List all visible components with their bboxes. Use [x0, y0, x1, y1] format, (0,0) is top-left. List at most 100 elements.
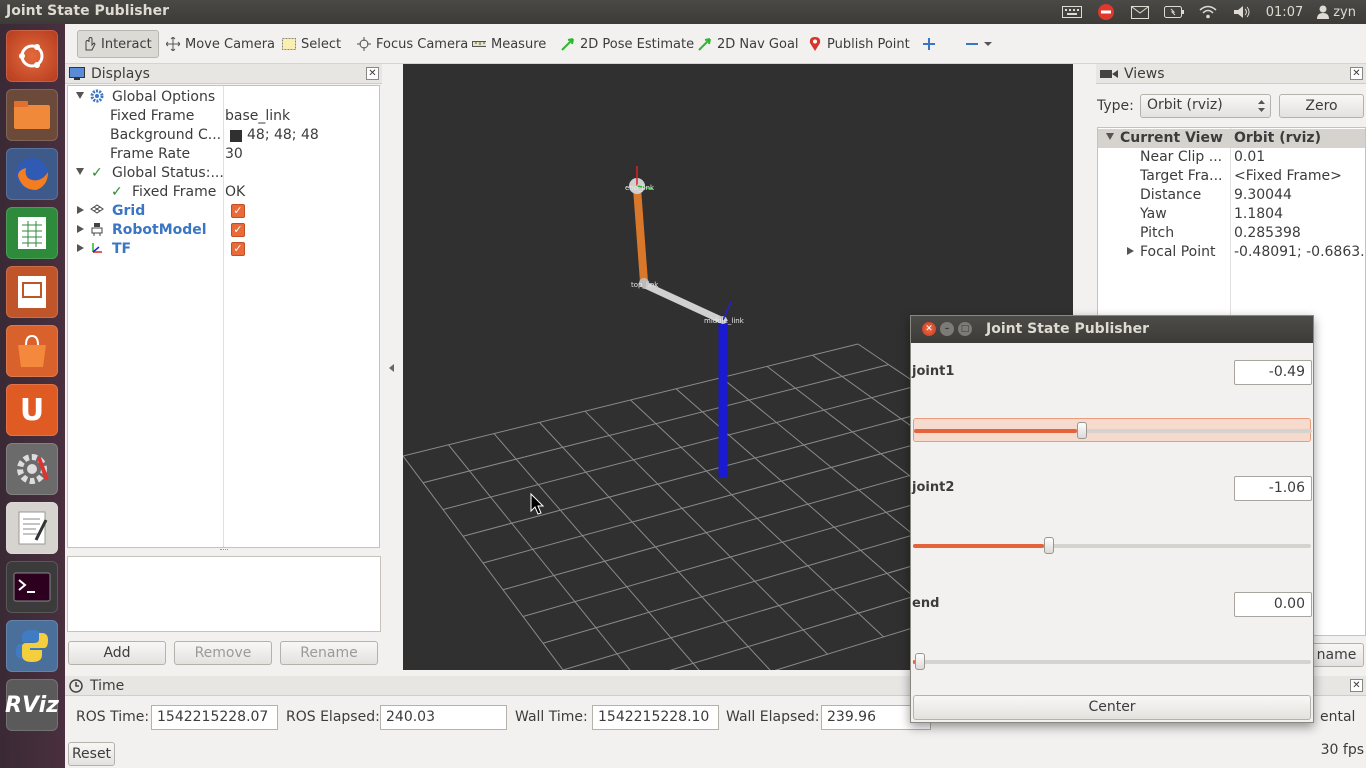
close-icon[interactable]: ✕ — [1350, 679, 1363, 692]
property-label: Yaw — [1140, 206, 1167, 222]
grid-checkbox[interactable]: ✓ — [231, 204, 245, 218]
firefox-icon[interactable] — [6, 148, 58, 200]
ros-time-field[interactable]: 1542215228.07 — [151, 705, 278, 730]
slider-track[interactable] — [913, 660, 1311, 664]
tree-row-current-view[interactable]: Current View Orbit (rviz) — [1098, 129, 1365, 148]
joint-value-field[interactable]: 0.00 — [1234, 592, 1312, 617]
add-tool-button[interactable] — [918, 30, 940, 58]
interact-tool-button[interactable]: Interact — [77, 30, 159, 58]
slider-handle[interactable] — [1044, 537, 1054, 554]
software-center-icon[interactable] — [6, 325, 58, 377]
publish-point-tool-button[interactable]: Publish Point — [804, 30, 914, 58]
fixed-frame-value[interactable]: base_link — [225, 108, 290, 124]
joint-value-field[interactable]: -1.06 — [1234, 476, 1312, 501]
nav-goal-tool-button[interactable]: 2D Nav Goal — [694, 30, 803, 58]
volume-icon[interactable] — [1232, 4, 1252, 20]
focal-point-value[interactable]: -0.48091; -0.6863... — [1234, 244, 1366, 260]
joint-slider[interactable] — [913, 650, 1311, 674]
no-entry-icon[interactable] — [1096, 4, 1116, 20]
clock[interactable]: 01:07 — [1266, 5, 1303, 20]
close-icon[interactable]: ✕ — [366, 67, 379, 80]
grid-label: Grid — [112, 203, 146, 219]
libreoffice-impress-icon[interactable] — [6, 266, 58, 318]
view-type-value: Orbit (rviz) — [1147, 97, 1223, 113]
near-clip-value[interactable]: 0.01 — [1234, 149, 1265, 165]
tree-row-near-clip[interactable]: Near Clip ... 0.01 — [1098, 148, 1365, 167]
wall-time-label: Wall Time: — [515, 709, 588, 725]
remove-tool-button[interactable] — [961, 30, 996, 58]
center-button[interactable]: Center — [913, 695, 1311, 720]
jsp-title-bar[interactable]: ✕ – □ Joint State Publisher — [911, 316, 1313, 343]
add-display-button[interactable]: Add — [68, 641, 166, 665]
ubuntu-one-icon[interactable]: U — [6, 384, 58, 436]
tree-row-frame-rate[interactable]: Frame Rate 30 — [68, 145, 379, 164]
close-icon[interactable]: ✕ — [1350, 67, 1363, 80]
tree-row-pitch[interactable]: Pitch 0.285398 — [1098, 224, 1365, 243]
terminal-icon[interactable] — [6, 561, 58, 613]
pitch-value[interactable]: 0.285398 — [1234, 225, 1301, 241]
remove-display-button[interactable]: Remove — [174, 641, 272, 665]
target-frame-value[interactable]: <Fixed Frame> — [1234, 168, 1342, 184]
expand-arrow-icon[interactable] — [76, 168, 84, 175]
zero-button[interactable]: Zero — [1279, 94, 1364, 118]
tree-row-focal-point[interactable]: Focal Point -0.48091; -0.6863... — [1098, 243, 1366, 262]
maximize-window-icon[interactable]: □ — [958, 322, 972, 336]
files-icon[interactable] — [6, 89, 58, 141]
tree-row-global-status[interactable]: ✓ Global Status:... — [68, 164, 379, 183]
keyboard-icon[interactable] — [1061, 4, 1082, 20]
minimize-window-icon[interactable]: – — [940, 322, 954, 336]
tree-row-target-frame[interactable]: Target Fra... <Fixed Frame> — [1098, 167, 1365, 186]
collapse-arrow-icon[interactable] — [77, 206, 84, 214]
yaw-value[interactable]: 1.1804 — [1234, 206, 1283, 222]
text-editor-icon[interactable] — [6, 502, 58, 554]
collapse-left-panel-icon[interactable] — [386, 362, 396, 374]
battery-icon[interactable] — [1163, 4, 1184, 20]
tree-row-background-color[interactable]: Background C... 48; 48; 48 — [68, 126, 379, 145]
joint-slider[interactable] — [913, 534, 1311, 558]
panel-splitter-handle[interactable] — [220, 549, 228, 552]
measure-tool-button[interactable]: Measure — [468, 30, 550, 58]
frame-rate-value[interactable]: 30 — [225, 146, 243, 162]
tf-checkbox[interactable]: ✓ — [231, 242, 245, 256]
tree-row-status-fixed-frame[interactable]: ✓ Fixed Frame OK — [68, 183, 379, 202]
tree-row-fixed-frame[interactable]: Fixed Frame base_link — [68, 107, 379, 126]
rename-display-button[interactable]: Rename — [280, 641, 378, 665]
mail-icon[interactable] — [1130, 4, 1150, 20]
experimental-checkbox-label[interactable]: ental — [1320, 709, 1355, 725]
slider-handle[interactable] — [915, 653, 925, 670]
views-rename-button[interactable]: name — [1310, 643, 1364, 667]
robot-model-checkbox[interactable]: ✓ — [231, 223, 245, 237]
libreoffice-calc-icon[interactable] — [6, 207, 58, 259]
system-settings-icon[interactable] — [6, 443, 58, 495]
tree-row-distance[interactable]: Distance 9.30044 — [1098, 186, 1365, 205]
select-tool-button[interactable]: Select — [278, 30, 345, 58]
tree-row-global-options[interactable]: Global Options — [68, 88, 379, 107]
rviz-icon[interactable]: RViz — [5, 679, 59, 731]
joint-value-field[interactable]: -0.49 — [1234, 360, 1312, 385]
view-type-select[interactable]: Orbit (rviz) — [1140, 94, 1271, 118]
tree-row-tf[interactable]: TF ✓ — [68, 240, 379, 259]
wall-time-field[interactable]: 1542215228.10 — [592, 705, 719, 730]
ubuntu-dash-icon[interactable] — [6, 30, 58, 82]
expand-arrow-icon[interactable] — [76, 92, 84, 99]
ros-elapsed-field[interactable]: 240.03 — [380, 705, 507, 730]
pose-estimate-tool-button[interactable]: 2D Pose Estimate — [557, 30, 698, 58]
python-icon[interactable] — [6, 620, 58, 672]
joint-slider[interactable] — [913, 418, 1312, 442]
expand-arrow-icon[interactable] — [1106, 133, 1114, 140]
reset-button[interactable]: Reset — [68, 742, 115, 766]
tree-row-grid[interactable]: Grid ✓ — [68, 202, 379, 221]
background-color-value[interactable]: 48; 48; 48 — [247, 127, 319, 143]
collapse-arrow-icon[interactable] — [77, 244, 84, 252]
tree-row-robot-model[interactable]: RobotModel ✓ — [68, 221, 379, 240]
focus-camera-tool-button[interactable]: Focus Camera — [353, 30, 472, 58]
move-camera-tool-button[interactable]: Move Camera — [162, 30, 279, 58]
close-window-icon[interactable]: ✕ — [922, 322, 936, 336]
tree-row-yaw[interactable]: Yaw 1.1804 — [1098, 205, 1365, 224]
slider-handle[interactable] — [1077, 422, 1087, 439]
user-menu[interactable]: zyn — [1317, 5, 1356, 20]
wifi-icon[interactable] — [1198, 4, 1218, 20]
collapse-arrow-icon[interactable] — [1127, 247, 1134, 255]
collapse-arrow-icon[interactable] — [77, 225, 84, 233]
distance-value[interactable]: 9.30044 — [1234, 187, 1292, 203]
